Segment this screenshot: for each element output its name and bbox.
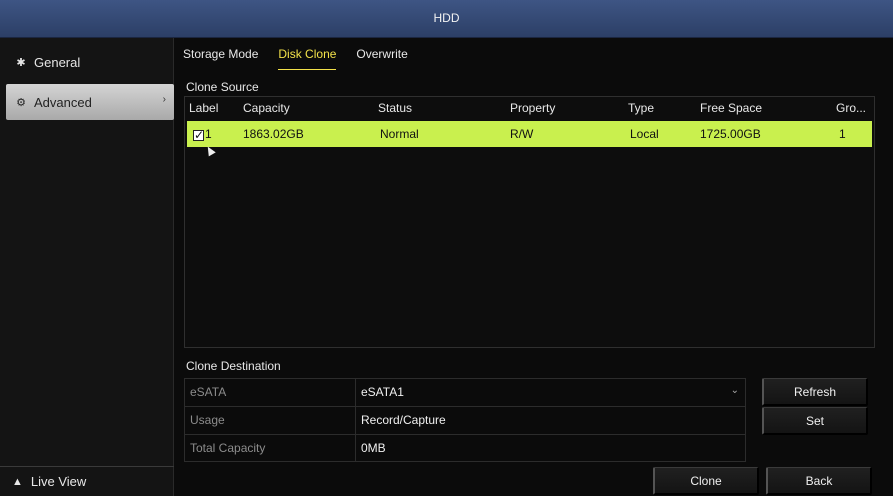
chevron-right-icon: › [162,94,166,105]
tab-disk-clone[interactable]: Disk Clone [278,46,337,70]
sidebar-item-advanced[interactable]: ⚙ Advanced › [6,84,174,120]
clone-destination-heading: Clone Destination [186,359,281,373]
esata-value: eSATA1 [361,385,404,399]
table-row[interactable]: ✓1 1863.02GB Normal R/W Local 1725.00GB … [187,121,872,147]
refresh-button[interactable]: Refresh [762,378,868,406]
set-button[interactable]: Set [762,407,868,435]
usage-row: Usage Record/Capture [184,406,746,434]
total-capacity-label: Total Capacity [190,441,266,455]
total-capacity-row: Total Capacity 0MB [184,434,746,462]
column-header-group[interactable]: Gro... [836,101,866,115]
live-view-button[interactable]: ▲ Live View [0,466,174,496]
window-title: HDD [433,11,460,25]
advanced-gear-icon: ⚙ [16,96,26,109]
column-header-free-space[interactable]: Free Space [700,101,762,115]
tab-bar: Storage Mode Disk Clone Overwrite [183,46,408,70]
clone-destination-form: eSATA eSATA1 ⌄ Usage Record/Capture Tota… [184,378,746,462]
sidebar-item-label: General [34,54,81,70]
row-label-cell: ✓1 [193,127,212,141]
row-checkbox[interactable]: ✓ [193,129,204,141]
row-capacity: 1863.02GB [243,127,304,141]
column-header-capacity[interactable]: Capacity [243,101,290,115]
tab-overwrite[interactable]: Overwrite [356,46,407,70]
esata-select[interactable]: eSATA1 ⌄ [355,379,745,406]
gear-icon: ✱ [16,56,26,69]
total-capacity-value: 0MB [355,435,745,461]
clone-source-heading: Clone Source [186,80,259,94]
back-button[interactable]: Back [766,467,872,495]
row-free-space: 1725.00GB [700,127,761,141]
usage-label: Usage [190,413,225,427]
usage-value: Record/Capture [355,407,745,434]
clone-source-table: Label Capacity Status Property Type Free… [184,96,875,348]
clone-button[interactable]: Clone [653,467,759,495]
row-group: 1 [839,127,846,141]
row-type: Local [630,127,659,141]
tab-storage-mode[interactable]: Storage Mode [183,46,258,70]
sidebar-item-general[interactable]: ✱ General [6,44,174,80]
row-label: 1 [205,127,212,141]
row-status: Normal [380,127,419,141]
column-header-label[interactable]: Label [189,101,218,115]
chevron-down-icon: ⌄ [730,385,739,396]
sidebar: ✱ General ⚙ Advanced › ▲ Live View [0,38,174,496]
live-view-label: Live View [30,474,87,489]
esata-row: eSATA eSATA1 ⌄ [184,378,746,406]
row-property: R/W [510,127,534,141]
title-bar: HDD [0,0,893,38]
home-icon: ▲ [12,475,23,488]
column-header-property[interactable]: Property [510,101,555,115]
esata-label: eSATA [190,385,227,399]
table-header: Label Capacity Status Property Type Free… [185,97,874,119]
sidebar-item-label: Advanced [34,94,92,110]
column-header-status[interactable]: Status [378,101,412,115]
column-header-type[interactable]: Type [628,101,654,115]
